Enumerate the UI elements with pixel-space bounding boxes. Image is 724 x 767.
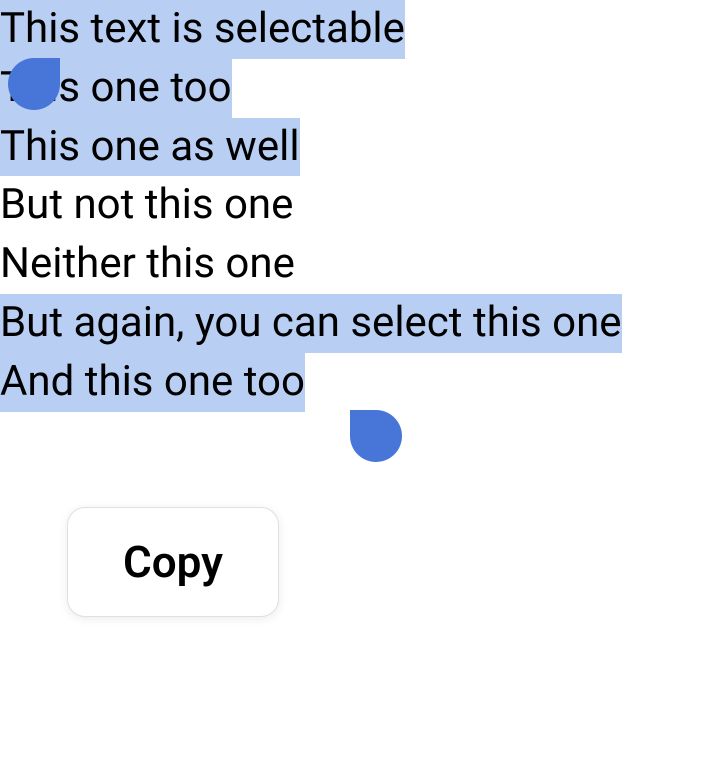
copy-button[interactable]: Copy [67,507,279,617]
text-line-6[interactable]: But again, you can select this one [0,294,622,353]
selection-handle-end-icon[interactable] [350,410,402,462]
text-line-1[interactable]: This text is selectable [0,0,405,59]
text-line-5[interactable]: Neither this one [0,235,295,294]
copy-button-label: Copy [123,536,223,588]
text-line-4[interactable]: But not this one [0,176,293,235]
text-list: This text is selectable This one too Thi… [0,0,724,412]
selection-handle-start-icon[interactable] [8,58,60,110]
text-line-3[interactable]: This one as well [0,118,300,177]
text-line-7[interactable]: And this one too [0,353,305,412]
